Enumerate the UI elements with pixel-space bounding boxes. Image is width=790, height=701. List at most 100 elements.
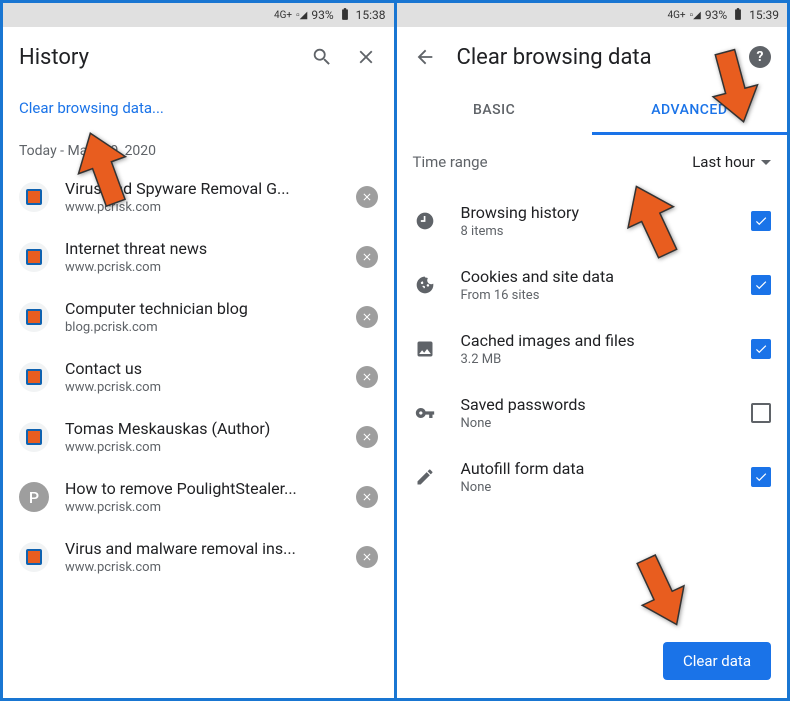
clear-option-text: Saved passwords None (461, 395, 728, 431)
history-text: Computer technician blog blog.pcrisk.com (65, 299, 340, 335)
history-text: How to remove PoulightStealer... www.pcri… (65, 479, 340, 515)
page-title: Clear browsing data (457, 45, 730, 70)
history-title: Contact us (65, 359, 340, 378)
history-text: Tomas Meskauskas (Author) www.pcrisk.com (65, 419, 340, 455)
clock-icon (413, 211, 437, 231)
tab-basic[interactable]: BASIC (397, 87, 592, 135)
history-title: Internet threat news (65, 239, 340, 258)
history-item[interactable]: Tomas Meskauskas (Author) www.pcrisk.com (3, 407, 394, 467)
clear-option-title: Saved passwords (461, 395, 728, 414)
checkbox[interactable] (751, 467, 771, 487)
history-title: Computer technician blog (65, 299, 340, 318)
history-title: Virus and malware removal ins... (65, 539, 340, 558)
history-url: www.pcrisk.com (65, 440, 340, 455)
history-item[interactable]: Computer technician blog blog.pcrisk.com (3, 287, 394, 347)
history-item[interactable]: Contact us www.pcrisk.com (3, 347, 394, 407)
time-range-row[interactable]: Time range Last hour (397, 135, 788, 189)
history-text: Internet threat news www.pcrisk.com (65, 239, 340, 275)
favicon (19, 362, 49, 392)
checkbox[interactable] (751, 211, 771, 231)
tab-advanced[interactable]: ADVANCED (592, 87, 787, 135)
battery-icon (338, 7, 352, 24)
tabs: BASIC ADVANCED (397, 87, 788, 135)
favicon (19, 302, 49, 332)
favicon (19, 542, 49, 572)
status-bar: 4G+ ▫◢ 93% 15:38 (3, 3, 394, 27)
remove-history-icon[interactable] (356, 186, 378, 208)
clear-option-row[interactable]: Cached images and files 3.2 MB (397, 317, 788, 381)
key-icon (413, 403, 437, 423)
checkbox[interactable] (751, 339, 771, 359)
time-range-value: Last hour (692, 153, 755, 171)
chevron-down-icon (761, 160, 771, 165)
clock-text: 15:39 (749, 8, 779, 22)
favicon (19, 182, 49, 212)
clear-option-text: Cached images and files 3.2 MB (461, 331, 728, 367)
cookie-icon (413, 275, 437, 295)
history-title: How to remove PoulightStealer... (65, 479, 340, 498)
clear-option-text: Autofill form dataNone (461, 459, 728, 495)
favicon (19, 422, 49, 452)
clear-option-title: Autofill form data (461, 459, 728, 478)
clear-option-title: Browsing history (461, 203, 728, 222)
checkbox[interactable] (751, 275, 771, 295)
appbar: Clear browsing data ? (397, 27, 788, 87)
history-url: www.pcrisk.com (65, 260, 340, 275)
clear-option-row[interactable]: Autofill form dataNone (397, 445, 788, 509)
clear-option-row[interactable]: Saved passwords None (397, 381, 788, 445)
clear-option-subtitle: From 16 sites (461, 288, 728, 303)
remove-history-icon[interactable] (356, 246, 378, 268)
status-bar: 4G+ ▫◢ 93% 15:39 (397, 3, 788, 27)
history-url: www.pcrisk.com (65, 500, 340, 515)
remove-history-icon[interactable] (356, 366, 378, 388)
history-item[interactable]: P How to remove PoulightStealer... www.pcr… (3, 467, 394, 527)
clear-browsing-data-link[interactable]: Clear browsing data... (3, 87, 394, 125)
history-url: www.pcrisk.com (65, 560, 340, 575)
clear-option-subtitle: 8 items (461, 224, 728, 239)
network-icon: 4G+ (667, 10, 685, 21)
history-item[interactable]: Internet threat news www.pcrisk.com (3, 227, 394, 287)
clear-option-row[interactable]: Cookies and site data From 16 sites (397, 253, 788, 317)
history-text: Contact us www.pcrisk.com (65, 359, 340, 395)
history-list: Virus and Spyware Removal G... www.pcrisk… (3, 167, 394, 698)
battery-text: 93% (311, 8, 333, 22)
remove-history-icon[interactable] (356, 426, 378, 448)
battery-text: 93% (705, 8, 727, 22)
remove-history-icon[interactable] (356, 486, 378, 508)
image-icon (413, 339, 437, 359)
remove-history-icon[interactable] (356, 306, 378, 328)
history-item[interactable]: Virus and Spyware Removal G...www.pcrisk… (3, 167, 394, 227)
remove-history-icon[interactable] (356, 546, 378, 568)
history-date-header: Today - March 9, 2020 (3, 125, 394, 167)
network-icon: 4G+ (274, 10, 292, 21)
clear-option-title: Cookies and site data (461, 267, 728, 286)
bottom-bar: Clear data (397, 630, 788, 698)
help-icon[interactable]: ? (749, 46, 771, 68)
pencil-icon (413, 467, 437, 487)
clear-option-subtitle: 3.2 MB (461, 352, 728, 367)
history-item[interactable]: Virus and malware removal ins... www.pcri… (3, 527, 394, 587)
clock-text: 15:38 (356, 8, 386, 22)
clear-option-title: Cached images and files (461, 331, 728, 350)
clear-options-list: Browsing history 8 items Cookies and site … (397, 189, 788, 630)
history-title: Virus and Spyware Removal G... (65, 179, 340, 198)
phone-history: 4G+ ▫◢ 93% 15:38 History Clear browsing … (3, 3, 394, 698)
phone-clear-data: 4G+ ▫◢ 93% 15:39 Clear browsing data ? B… (397, 3, 788, 698)
history-url: blog.pcrisk.com (65, 320, 340, 335)
appbar: History (3, 27, 394, 87)
checkbox[interactable] (751, 403, 771, 423)
history-text: Virus and malware removal ins... www.pcri… (65, 539, 340, 575)
history-text: Virus and Spyware Removal G...www.pcrisk… (65, 179, 340, 215)
battery-icon (731, 7, 745, 24)
history-url: www.pcrisk.com (65, 380, 340, 395)
back-icon[interactable] (413, 45, 437, 69)
page-title: History (19, 45, 290, 70)
favicon: P (19, 482, 49, 512)
clear-option-row[interactable]: Browsing history 8 items (397, 189, 788, 253)
close-icon[interactable] (354, 45, 378, 69)
history-title: Tomas Meskauskas (Author) (65, 419, 340, 438)
search-icon[interactable] (310, 45, 334, 69)
clear-data-button[interactable]: Clear data (663, 642, 771, 680)
clear-option-subtitle: None (461, 416, 728, 431)
signal-icon: ▫◢ (296, 10, 307, 21)
